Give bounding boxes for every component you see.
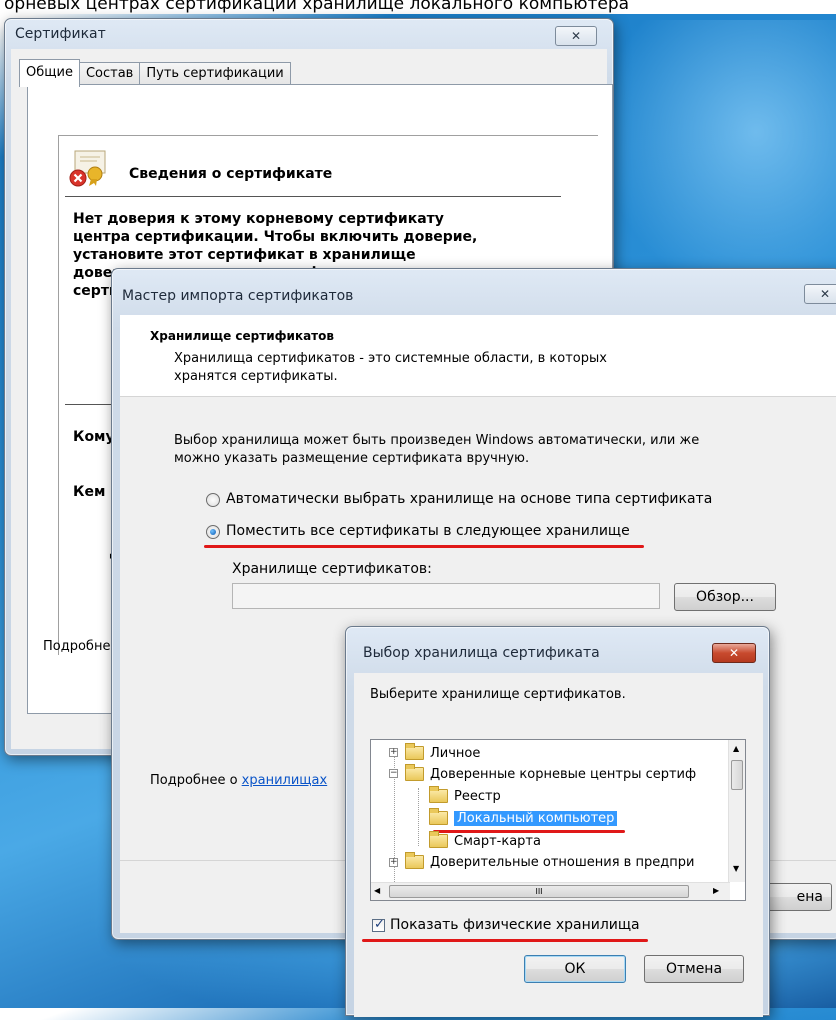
store-input[interactable] (232, 583, 660, 609)
certificate-window-title: Сертификат (15, 26, 106, 42)
store-tree[interactable]: + Личное − Доверенные корневые центры се… (370, 739, 746, 901)
certificate-error-icon (67, 148, 111, 188)
radio-auto-store[interactable] (206, 493, 220, 507)
heading-divider (65, 196, 561, 197)
background-window-text: орневых центрах сертификации хранилище л… (0, 0, 836, 14)
tree-item-local-computer[interactable]: Локальный компьютер (429, 808, 618, 827)
expand-icon[interactable]: + (389, 748, 398, 757)
tree-item-smart-card[interactable]: Смарт-карта (429, 831, 541, 850)
wizard-section-desc-2: хранятся сертификаты. (174, 369, 338, 384)
tree-item-label: Доверенные корневые центры сертиф (430, 766, 697, 782)
folder-icon (429, 808, 448, 825)
stores-link[interactable]: хранилищах (242, 773, 328, 788)
folder-icon (405, 764, 424, 781)
radio-manual-label[interactable]: Поместить все сертификаты в следующее хр… (226, 523, 630, 539)
scroll-thumb[interactable] (731, 760, 743, 790)
tree-item-label: Личное (430, 745, 481, 761)
desktop-glow (600, 20, 836, 300)
certificate-close-button[interactable]: ✕ (555, 26, 597, 46)
wizard-section-title: Хранилище сертификатов (150, 329, 334, 343)
tree-item-label: Доверительные отношения в предпри (430, 854, 695, 870)
tree-item-label: Локальный компьютер (454, 810, 618, 826)
show-physical-checkbox[interactable]: ✓ (372, 917, 385, 932)
radio-auto-label[interactable]: Автоматически выбрать хранилище на основ… (226, 491, 712, 507)
import-wizard-title: Мастер импорта сертификатов (122, 288, 354, 304)
tab-general[interactable]: Общие (19, 59, 80, 87)
certificate-tabs: Общие Состав Путь сертификации (19, 59, 291, 87)
tree-item-label: Смарт-карта (454, 833, 541, 849)
scroll-down-icon[interactable]: ▼ (733, 864, 739, 873)
tree-item-label: Реестр (454, 788, 501, 804)
scroll-left-icon[interactable]: ◀ (374, 886, 380, 895)
check-icon: ✓ (374, 917, 385, 932)
store-prompt: Выберите хранилище сертификатов. (370, 687, 626, 702)
wizard-intro-2: можно указать размещение сертификата вру… (174, 451, 530, 466)
collapse-icon[interactable]: − (389, 769, 398, 778)
select-store-dialog: Выбор хранилища сертификата ✕ Выберите х… (345, 626, 770, 1017)
scroll-up-icon[interactable]: ▲ (733, 744, 739, 753)
more-info-label: Подробне (43, 639, 111, 654)
store-dialog-client: Выберите хранилище сертификатов. + Лично… (354, 673, 763, 1017)
wizard-intro-1: Выбор хранилища может быть произведен Wi… (174, 433, 700, 448)
folder-icon (429, 786, 448, 803)
tab-details[interactable]: Состав (78, 62, 141, 86)
tree-line (418, 788, 419, 846)
folder-icon (429, 831, 448, 848)
browse-button[interactable]: Обзор... (674, 583, 776, 611)
store-field-label: Хранилище сертификатов: (232, 561, 432, 577)
show-physical-label[interactable]: Показать физические хранилища (390, 917, 640, 933)
scroll-grip: III (535, 887, 543, 896)
tree-item-enterprise-trust[interactable]: Доверительные отношения в предпри (405, 852, 695, 871)
issued-to-label: Кому (73, 429, 115, 445)
close-icon: ✕ (819, 287, 831, 301)
radio-manual-store[interactable] (206, 525, 220, 539)
certificate-info-heading: Сведения о сертификате (129, 166, 333, 182)
scroll-thumb[interactable]: III (389, 885, 689, 898)
tree-item-trusted-root[interactable]: Доверенные корневые центры сертиф (405, 764, 697, 783)
folder-icon (405, 743, 424, 760)
wizard-close-button[interactable]: ✕ (804, 284, 836, 304)
close-icon: ✕ (728, 646, 740, 660)
ok-button[interactable]: ОК (524, 955, 626, 983)
store-dialog-close-button[interactable]: ✕ (712, 643, 756, 663)
warning-line-1: Нет доверия к этому корневому сертификат… (73, 211, 444, 227)
tab-certification-path[interactable]: Путь сертификации (139, 62, 291, 86)
warning-line-3: установите этот сертификат в хранилище (73, 247, 416, 263)
wizard-header: Хранилище сертификатов Хранилища сертифи… (120, 315, 836, 397)
tree-item-registry[interactable]: Реестр (429, 786, 501, 805)
learn-more-text: Подробнее о хранилищах (150, 773, 327, 788)
wizard-section-desc-1: Хранилища сертификатов - это системные о… (174, 351, 607, 366)
tree-horizontal-scrollbar[interactable]: ◀ III ▶ (371, 882, 730, 900)
cancel-button[interactable]: Отмена (644, 955, 744, 983)
tree-item-personal[interactable]: Личное (405, 743, 481, 762)
annotation-underline (204, 545, 644, 548)
select-store-title: Выбор хранилища сертификата (363, 645, 600, 661)
close-icon: ✕ (570, 29, 582, 43)
annotation-underline (362, 939, 648, 942)
learn-more-prefix: Подробнее о (150, 773, 242, 788)
folder-icon (405, 852, 424, 869)
warning-line-2: центра сертификации. Чтобы включить дове… (73, 229, 478, 245)
tree-vertical-scrollbar[interactable]: ▲ ▼ (728, 740, 745, 882)
scroll-right-icon[interactable]: ▶ (713, 886, 719, 895)
expand-icon[interactable]: + (389, 858, 398, 867)
